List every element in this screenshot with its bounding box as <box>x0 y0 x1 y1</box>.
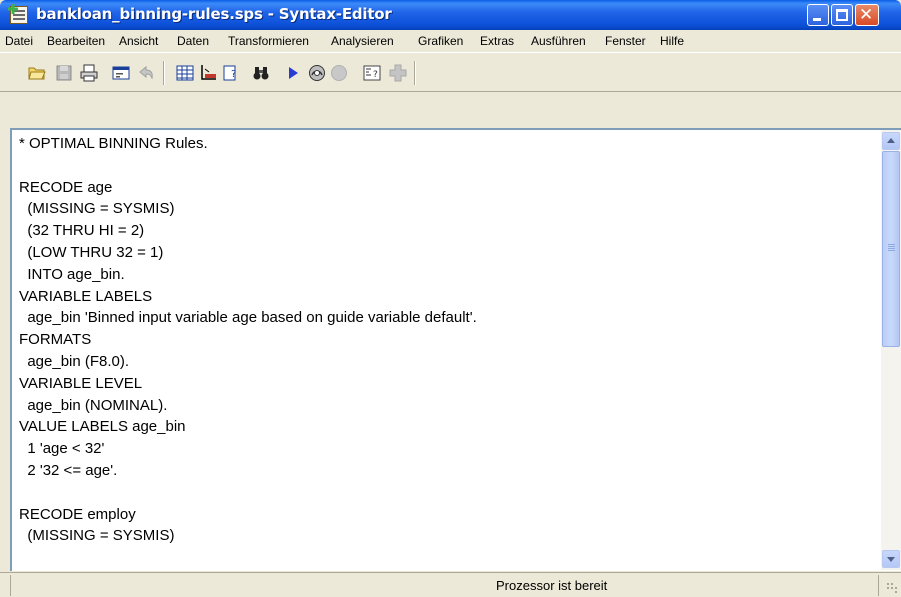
code-line[interactable] <box>19 482 879 504</box>
window-title: bankloan_binning-rules.sps - Syntax-Edit… <box>36 5 392 23</box>
toolbar-separator <box>163 61 164 85</box>
chevron-up-icon <box>887 138 895 143</box>
code-line[interactable]: FORMATS <box>19 329 879 351</box>
status-panel-divider <box>10 575 11 596</box>
code-line[interactable]: INTO age_bin. <box>19 264 879 286</box>
menu-ansicht[interactable]: Ansicht <box>119 34 158 48</box>
code-line[interactable]: (32 THRU HI = 2) <box>19 220 879 242</box>
stop-icon-disabled[interactable] <box>330 64 348 82</box>
maximize-button[interactable] <box>831 4 853 26</box>
code-line[interactable]: * OPTIMAL BINNING Rules. <box>19 133 879 155</box>
status-bar: Prozessor ist bereit <box>0 572 901 597</box>
scroll-thumb[interactable] <box>882 151 900 347</box>
menu-daten[interactable]: Daten <box>177 34 209 48</box>
close-button[interactable]: ✕ <box>855 4 879 26</box>
code-line[interactable]: RECODE age <box>19 177 879 199</box>
scroll-down-button[interactable] <box>882 550 900 568</box>
svg-text:?: ? <box>373 70 378 80</box>
code-line[interactable]: age_bin 'Binned input variable age based… <box>19 307 879 329</box>
toolbar: ? ? <box>0 52 901 92</box>
vertical-scrollbar[interactable] <box>881 130 901 570</box>
status-text: Prozessor ist bereit <box>496 578 608 593</box>
menu-transformieren[interactable]: Transformieren <box>228 34 309 48</box>
code-line[interactable]: VARIABLE LEVEL <box>19 373 879 395</box>
maximize-icon <box>836 9 848 21</box>
chevron-down-icon <box>887 557 895 562</box>
goto-data-icon[interactable] <box>176 64 194 82</box>
menu-bar: Datei Bearbeiten Ansicht Daten Transform… <box>0 30 901 52</box>
code-line[interactable] <box>19 155 879 177</box>
save-icon[interactable] <box>55 64 73 82</box>
print-icon[interactable] <box>80 64 98 82</box>
code-line[interactable]: (MISSING = SYSMIS) <box>19 198 879 220</box>
variables-info-icon[interactable]: ? <box>222 64 240 82</box>
find-icon[interactable] <box>252 64 270 82</box>
status-panel-divider <box>878 575 879 596</box>
code-line[interactable]: VALUE LABELS age_bin <box>19 416 879 438</box>
code-line[interactable]: age_bin (NOMINAL). <box>19 395 879 417</box>
menu-analysieren[interactable]: Analysieren <box>331 34 394 48</box>
menu-bearbeiten[interactable]: Bearbeiten <box>47 34 105 48</box>
code-line[interactable]: (MISSING = SYSMIS) <box>19 525 879 547</box>
minimize-button[interactable] <box>807 4 829 26</box>
code-line[interactable]: age_bin (F8.0). <box>19 351 879 373</box>
code-line[interactable]: 1 'age < 32' <box>19 438 879 460</box>
title-bar[interactable]: bankloan_binning-rules.sps - Syntax-Edit… <box>0 0 901 30</box>
run-icon[interactable] <box>284 64 302 82</box>
grip-icon <box>888 244 895 245</box>
menu-fenster[interactable]: Fenster <box>605 34 646 48</box>
undo-icon[interactable] <box>137 64 155 82</box>
syntax-code-text[interactable]: * OPTIMAL BINNING Rules. RECODE age (MISS… <box>19 133 879 570</box>
syntax-editor-app-icon[interactable] <box>10 6 28 24</box>
menu-datei[interactable]: Datei <box>5 34 33 48</box>
code-line[interactable]: VARIABLE LABELS <box>19 286 879 308</box>
open-folder-icon[interactable] <box>28 64 46 82</box>
menu-ausfuehren[interactable]: Ausführen <box>531 34 586 48</box>
svg-text:?: ? <box>231 69 236 80</box>
scroll-up-button[interactable] <box>882 132 900 150</box>
close-icon: ✕ <box>859 5 874 25</box>
menu-hilfe[interactable]: Hilfe <box>660 34 684 48</box>
spss-icon-disabled[interactable] <box>308 64 326 82</box>
code-line[interactable]: 2 '32 <= age'. <box>19 460 879 482</box>
code-line[interactable]: (LOW THRU 32 = 1) <box>19 242 879 264</box>
minimize-icon <box>813 18 821 21</box>
syntax-help-icon[interactable]: ? <box>363 64 381 82</box>
toolbar-separator <box>414 61 415 85</box>
resize-grip-icon[interactable] <box>887 583 889 585</box>
menu-grafiken[interactable]: Grafiken <box>418 34 463 48</box>
add-icon-disabled[interactable] <box>389 64 407 82</box>
goto-case-icon[interactable] <box>200 64 218 82</box>
code-line[interactable]: RECODE employ <box>19 504 879 526</box>
dialog-recall-icon[interactable] <box>112 64 130 82</box>
menu-extras[interactable]: Extras <box>480 34 514 48</box>
syntax-editor-window: bankloan_binning-rules.sps - Syntax-Edit… <box>0 0 901 597</box>
